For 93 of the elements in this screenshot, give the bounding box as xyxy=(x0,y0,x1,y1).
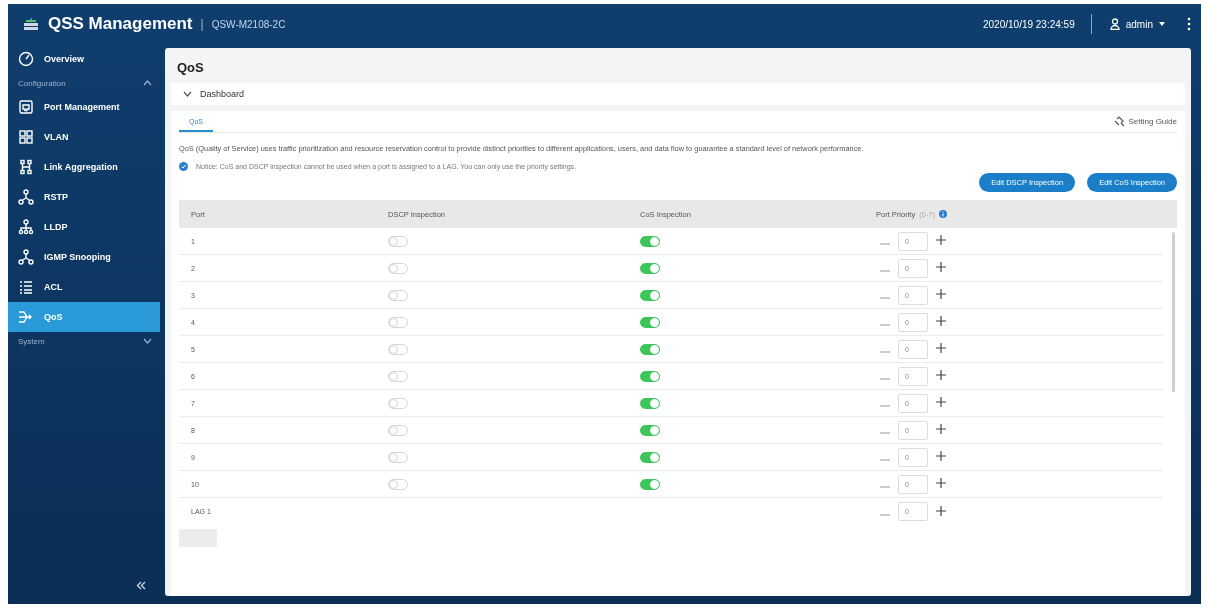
dscp-toggle[interactable] xyxy=(388,289,408,301)
chevron-up-icon xyxy=(143,79,152,86)
sidebar-item[interactable]: IGMP Snooping xyxy=(8,242,160,272)
user-menu[interactable]: admin xyxy=(1107,16,1167,32)
dscp-toggle[interactable] xyxy=(388,343,408,355)
info-icon xyxy=(939,210,948,218)
cos-toggle[interactable] xyxy=(640,235,660,247)
minus-icon xyxy=(880,351,890,353)
page-title: QoS xyxy=(176,59,205,77)
dashboard-toggle[interactable]: Dashboard xyxy=(171,83,1185,105)
sidebar-label: Overview xyxy=(44,54,85,64)
dscp-toggle[interactable] xyxy=(388,316,408,328)
dscp-toggle[interactable] xyxy=(388,478,408,490)
network-icon xyxy=(18,249,34,265)
app-title: QSS Management xyxy=(48,14,193,34)
sidebar-label: Link Aggregation xyxy=(44,162,118,172)
list-icon xyxy=(18,279,34,295)
title-separator: | xyxy=(200,17,204,31)
plus-icon xyxy=(936,451,946,461)
cos-toggle[interactable] xyxy=(640,451,660,463)
section-label: Configuration xyxy=(18,78,66,88)
cos-toggle[interactable] xyxy=(640,397,660,409)
sidebar-label: Port Management xyxy=(44,102,120,112)
sidebar-label: LLDP xyxy=(44,222,68,232)
sidebar-section[interactable]: Configuration xyxy=(8,74,160,92)
scrollbar[interactable] xyxy=(1172,232,1175,392)
cos-toggle[interactable] xyxy=(640,343,660,355)
sidebar-item[interactable]: Link Aggregation xyxy=(8,152,160,182)
sidebar-item[interactable]: ACL xyxy=(8,272,160,302)
plus-icon xyxy=(936,505,946,516)
minus-icon xyxy=(880,270,890,272)
plus-icon xyxy=(936,235,946,245)
sidebar-label: VLAN xyxy=(44,132,69,142)
link-aggregation-icon xyxy=(18,159,34,175)
minus-icon xyxy=(880,432,890,434)
minus-icon xyxy=(880,486,890,488)
plus-icon xyxy=(936,424,946,434)
wrench-icon xyxy=(1113,116,1125,127)
cos-toggle[interactable] xyxy=(640,316,660,328)
network-icon xyxy=(18,189,34,205)
plus-icon xyxy=(936,316,946,326)
dscp-toggle[interactable] xyxy=(388,451,408,463)
logo-icon xyxy=(22,16,40,32)
port-icon xyxy=(18,99,34,115)
dscp-toggle[interactable] xyxy=(388,262,408,274)
topology-icon xyxy=(18,219,34,235)
chevron-down-icon xyxy=(183,91,192,97)
minus-icon xyxy=(880,243,890,245)
plus-icon xyxy=(936,370,946,380)
info-icon xyxy=(179,162,188,171)
sidebar-label: IGMP Snooping xyxy=(44,252,111,262)
more-menu-icon[interactable] xyxy=(1187,17,1191,31)
minus-icon xyxy=(880,297,890,299)
model-name: QSW-M2108-2C xyxy=(211,18,286,30)
minus-icon xyxy=(880,324,890,326)
plus-icon xyxy=(936,343,946,353)
grid-icon xyxy=(18,129,34,145)
dscp-toggle[interactable] xyxy=(388,424,408,436)
minus-icon xyxy=(880,459,890,461)
sidebar-label: RSTP xyxy=(44,192,68,202)
sidebar-section[interactable]: System xyxy=(8,332,160,350)
section-label: System xyxy=(18,336,45,346)
dscp-toggle[interactable] xyxy=(388,397,408,409)
caret-icon xyxy=(1159,22,1165,26)
sidebar-item[interactable]: VLAN xyxy=(8,122,160,152)
sidebar-item[interactable]: RSTP xyxy=(8,182,160,212)
cos-toggle[interactable] xyxy=(640,424,660,436)
minus-icon xyxy=(880,378,890,380)
plus-icon xyxy=(936,262,946,272)
sidebar-item[interactable]: QoS xyxy=(8,302,160,332)
setting-guide-link[interactable]: Setting Guide xyxy=(1113,116,1177,132)
cos-toggle[interactable] xyxy=(640,370,660,382)
user-icon xyxy=(1109,18,1120,30)
cos-toggle[interactable] xyxy=(640,289,660,301)
cos-toggle[interactable] xyxy=(640,262,660,274)
minus-icon xyxy=(880,405,890,407)
sidebar-label: QoS xyxy=(44,312,63,322)
dscp-toggle[interactable] xyxy=(388,370,408,382)
collapse-icon[interactable] xyxy=(136,581,146,590)
plus-icon xyxy=(936,478,946,488)
sidebar-item[interactable]: Overview xyxy=(8,44,160,74)
date-time: 2020/10/19 23:24:59 xyxy=(983,18,1075,30)
sidebar-item[interactable]: Port Management xyxy=(8,92,160,122)
chevron-down-icon xyxy=(143,337,152,344)
qos-icon xyxy=(18,309,34,325)
dscp-toggle[interactable] xyxy=(388,235,408,247)
plus-icon xyxy=(936,289,946,299)
cos-toggle[interactable] xyxy=(640,478,660,490)
sidebar-label: ACL xyxy=(44,282,63,292)
sidebar-item[interactable]: LLDP xyxy=(8,212,160,242)
gauge-icon xyxy=(18,51,34,67)
minus-icon xyxy=(880,513,890,516)
plus-icon xyxy=(936,397,946,407)
